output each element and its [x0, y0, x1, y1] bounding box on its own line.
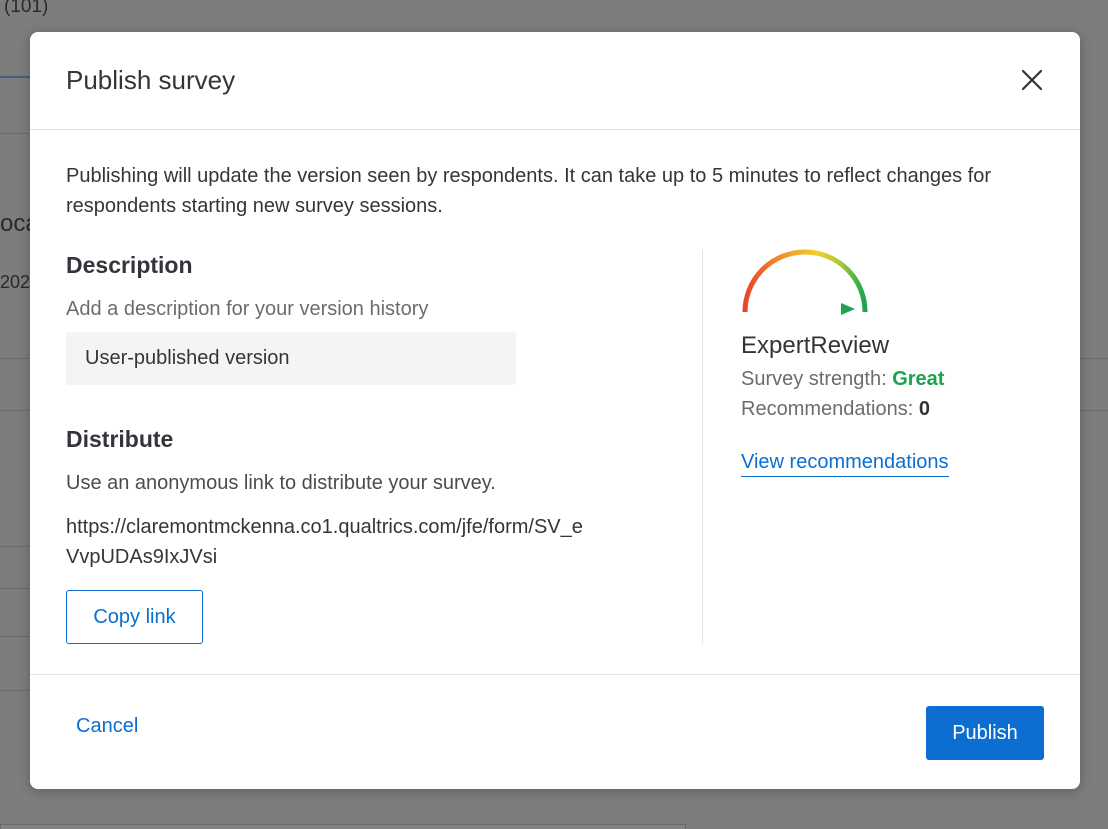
background-divider	[0, 358, 30, 359]
background-panel	[0, 824, 686, 829]
recommendations-label: Recommendations:	[741, 398, 914, 420]
background-divider	[0, 133, 30, 134]
recommendations-value: 0	[918, 398, 930, 420]
background-divider	[0, 588, 30, 589]
column-divider	[702, 250, 703, 644]
background-divider	[0, 546, 30, 547]
description-heading: Description	[66, 252, 193, 278]
background-divider	[0, 636, 30, 637]
distribute-heading: Distribute	[66, 426, 174, 452]
anonymous-link-text: https://claremontmckenna.co1.qualtrics.c…	[66, 516, 583, 568]
cancel-button[interactable]: Cancel	[76, 715, 138, 738]
survey-strength: Survey strength: Great	[741, 368, 944, 391]
view-recommendations-link[interactable]: View recommendations	[741, 451, 949, 477]
survey-strength-label: Survey strength:	[741, 368, 887, 390]
background-divider	[0, 410, 30, 411]
dialog-header: Publish survey	[30, 32, 1080, 130]
dialog-footer: Cancel Publish	[30, 674, 1080, 790]
gauge-icon	[742, 249, 868, 315]
copy-link-button[interactable]: Copy link	[66, 590, 203, 644]
background-divider	[1080, 410, 1108, 411]
description-hint: Add a description for your version histo…	[66, 298, 429, 320]
publish-button[interactable]: Publish	[926, 706, 1044, 760]
publish-survey-dialog: Publish survey Publishing will update th…	[30, 32, 1080, 789]
expert-review-title: ExpertReview	[741, 332, 890, 359]
distribute-hint: Use an anonymous link to distribute your…	[66, 472, 496, 494]
close-icon	[1021, 69, 1043, 91]
recommendations-count: Recommendations: 0	[741, 398, 930, 421]
dialog-title: Publish survey	[66, 65, 236, 95]
background-divider	[1080, 358, 1108, 359]
close-button[interactable]	[1018, 66, 1046, 94]
publish-intro-text: Publishing will update the version seen …	[66, 165, 991, 217]
background-divider	[0, 690, 30, 691]
background-count-text: (101)	[4, 0, 49, 17]
survey-strength-value: Great	[892, 368, 945, 390]
description-input[interactable]	[66, 332, 516, 385]
